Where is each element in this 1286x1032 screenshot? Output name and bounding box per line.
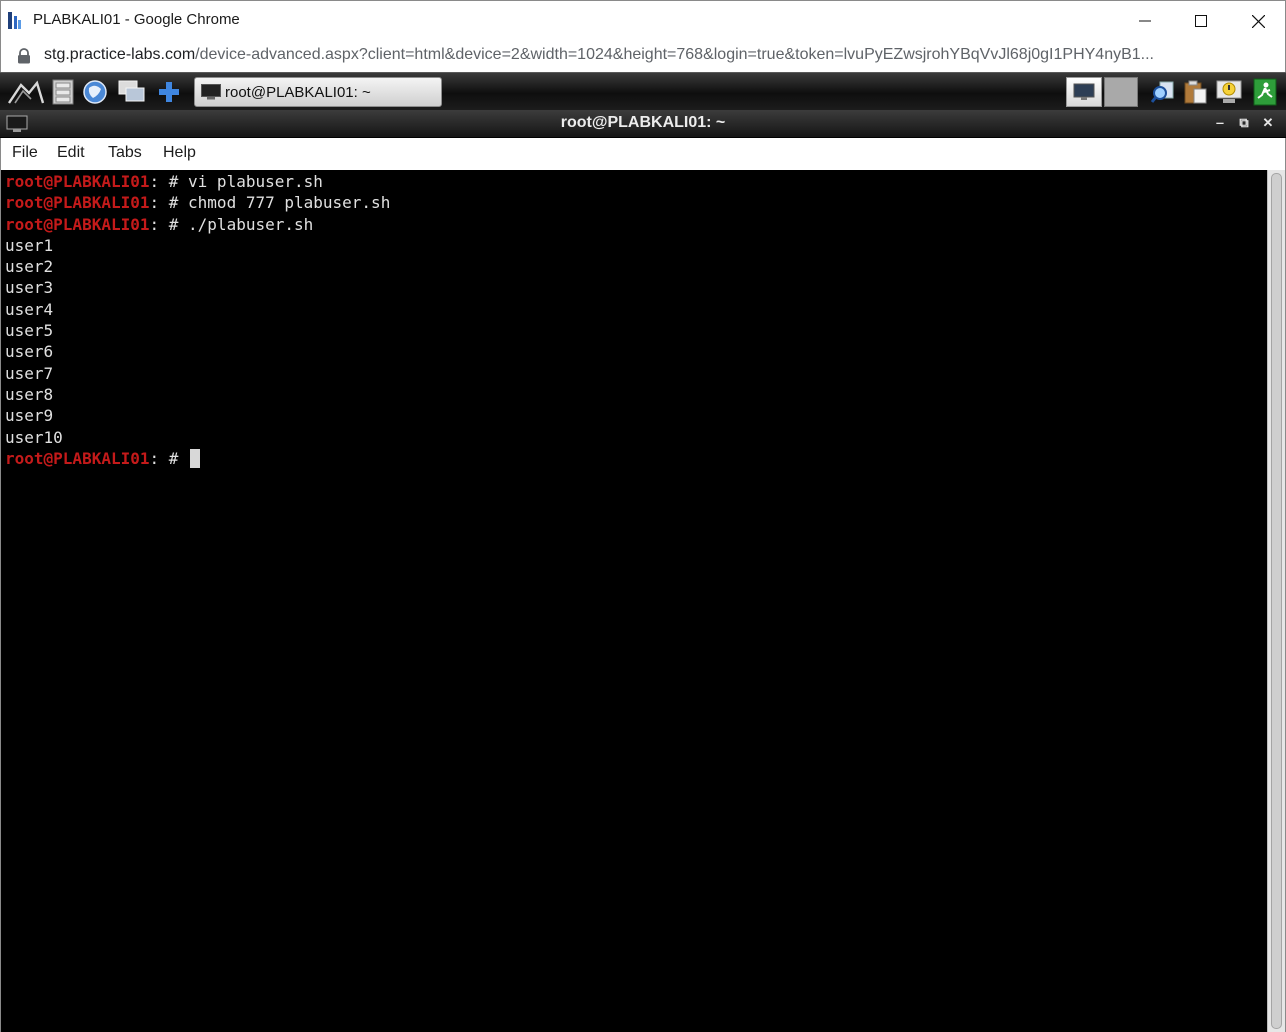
menu-tabs[interactable]: Tabs [108,144,142,162]
terminal-icon [201,84,221,100]
output-line: user8 [5,384,54,404]
prompt-user: root@PLABKALI01 [5,448,150,468]
command-line: root@PLABKALI01: # ./plabuser.sh [5,214,1265,235]
clipboard-launcher[interactable] [1180,78,1210,106]
terminal-scrollbar[interactable] [1267,170,1286,1032]
globe-icon [83,80,107,104]
browser-window-title: PLABKALI01 - Google Chrome [33,11,240,28]
exit-icon [1253,78,1277,106]
prompt-user: root@PLABKALI01 [5,193,150,213]
scrollbar-thumb[interactable] [1271,173,1282,1029]
menu-edit[interactable]: Edit [57,144,85,162]
monitor-icon [1073,83,1095,100]
workspace-1-button[interactable] [1066,77,1102,107]
taskbar-terminal-label: root@PLABKALI01: ~ [225,84,371,101]
magnifier-icon [1151,81,1174,103]
terminal-menubar: File Edit Tabs Help [0,138,1286,170]
clipboard-icon [1184,80,1207,104]
address-bar[interactable]: stg.practice-labs.com/device-advanced.as… [0,40,1286,72]
output-line: user4 [5,299,54,319]
text-cursor [190,448,201,468]
url-path: /device-advanced.aspx?client=html&device… [195,46,1154,63]
output-line: user10 [5,427,63,447]
minimize-icon: ‒ [1216,115,1224,130]
output-line: user5 [5,321,54,341]
prompt-separator: : # [149,172,189,191]
terminal-title: root@PLABKALI01: ~ [560,114,726,131]
monitor-alert-icon [1216,80,1242,103]
terminal-output-area[interactable]: root@PLABKALI01: # vi plabuser.sh root@P… [0,170,1267,1032]
lock-icon [18,48,30,64]
prompt-separator: : # [149,214,189,234]
close-icon: ✕ [1262,115,1274,130]
output-line: user3 [5,278,54,298]
status-monitor-launcher[interactable] [1214,78,1244,106]
menu-file[interactable]: File [12,144,38,162]
window-minimize-button[interactable] [1116,1,1174,41]
terminal-titlebar: root@PLABKALI01: ~ ‒ ⧉ ✕ [0,110,1286,138]
workspace-2-button[interactable] [1104,77,1138,107]
plus-icon [159,82,179,102]
prompt-user: root@PLABKALI01 [5,214,150,234]
prompt-separator: : # [149,448,189,468]
output-line: user1 [5,235,54,255]
terminal-close-button[interactable]: ✕ [1259,114,1277,132]
url-host: stg.practice-labs.com [44,46,196,63]
logout-button[interactable] [1250,78,1280,106]
url-text[interactable]: stg.practice-labs.com/device-advanced.as… [44,46,1269,64]
active-prompt-line[interactable]: root@PLABKALI01: # [5,448,1265,469]
kali-dragon-icon [8,80,45,104]
search-launcher[interactable] [1148,78,1178,106]
browser-titlebar: PLABKALI01 - Google Chrome [0,0,1286,40]
command-text: chmod 777 plabuser.sh [188,193,391,213]
command-text: ./plabuser.sh [188,214,314,234]
terminal-maximize-button[interactable]: ⧉ [1235,114,1253,132]
prompt-separator: : # [149,193,189,213]
close-icon [1251,14,1265,28]
restore-icon: ⧉ [1239,115,1249,130]
taskbar-terminal-button[interactable]: root@PLABKALI01: ~ [194,77,442,107]
add-launcher-button[interactable] [154,78,184,106]
file-cabinet-icon [52,79,74,105]
kali-menu-button[interactable] [6,78,46,106]
minimize-icon [1139,20,1151,22]
output-line: user9 [5,406,54,426]
command-line: root@PLABKALI01: # chmod 777 plabuser.sh [5,192,1265,213]
command-text: vi plabuser.sh [188,172,323,191]
show-desktop-launcher[interactable] [117,78,147,106]
command-line: root@PLABKALI01: # vi plabuser.sh [5,171,1265,192]
prompt-user: root@PLABKALI01 [5,172,150,191]
maximize-icon [1195,15,1207,27]
menu-help[interactable]: Help [163,144,196,162]
terminal-minimize-button[interactable]: ‒ [1211,114,1229,132]
windows-icon [118,80,145,102]
output-line: user7 [5,363,54,383]
desktop-top-panel: root@PLABKALI01: ~ [0,72,1286,110]
window-maximize-button[interactable] [1172,1,1230,41]
app-logo-icon [8,12,21,29]
file-cabinet-launcher[interactable] [48,78,78,106]
window-close-button[interactable] [1229,1,1286,41]
output-line: user2 [5,257,54,277]
output-line: user6 [5,342,54,362]
browser-launcher[interactable] [80,78,110,106]
